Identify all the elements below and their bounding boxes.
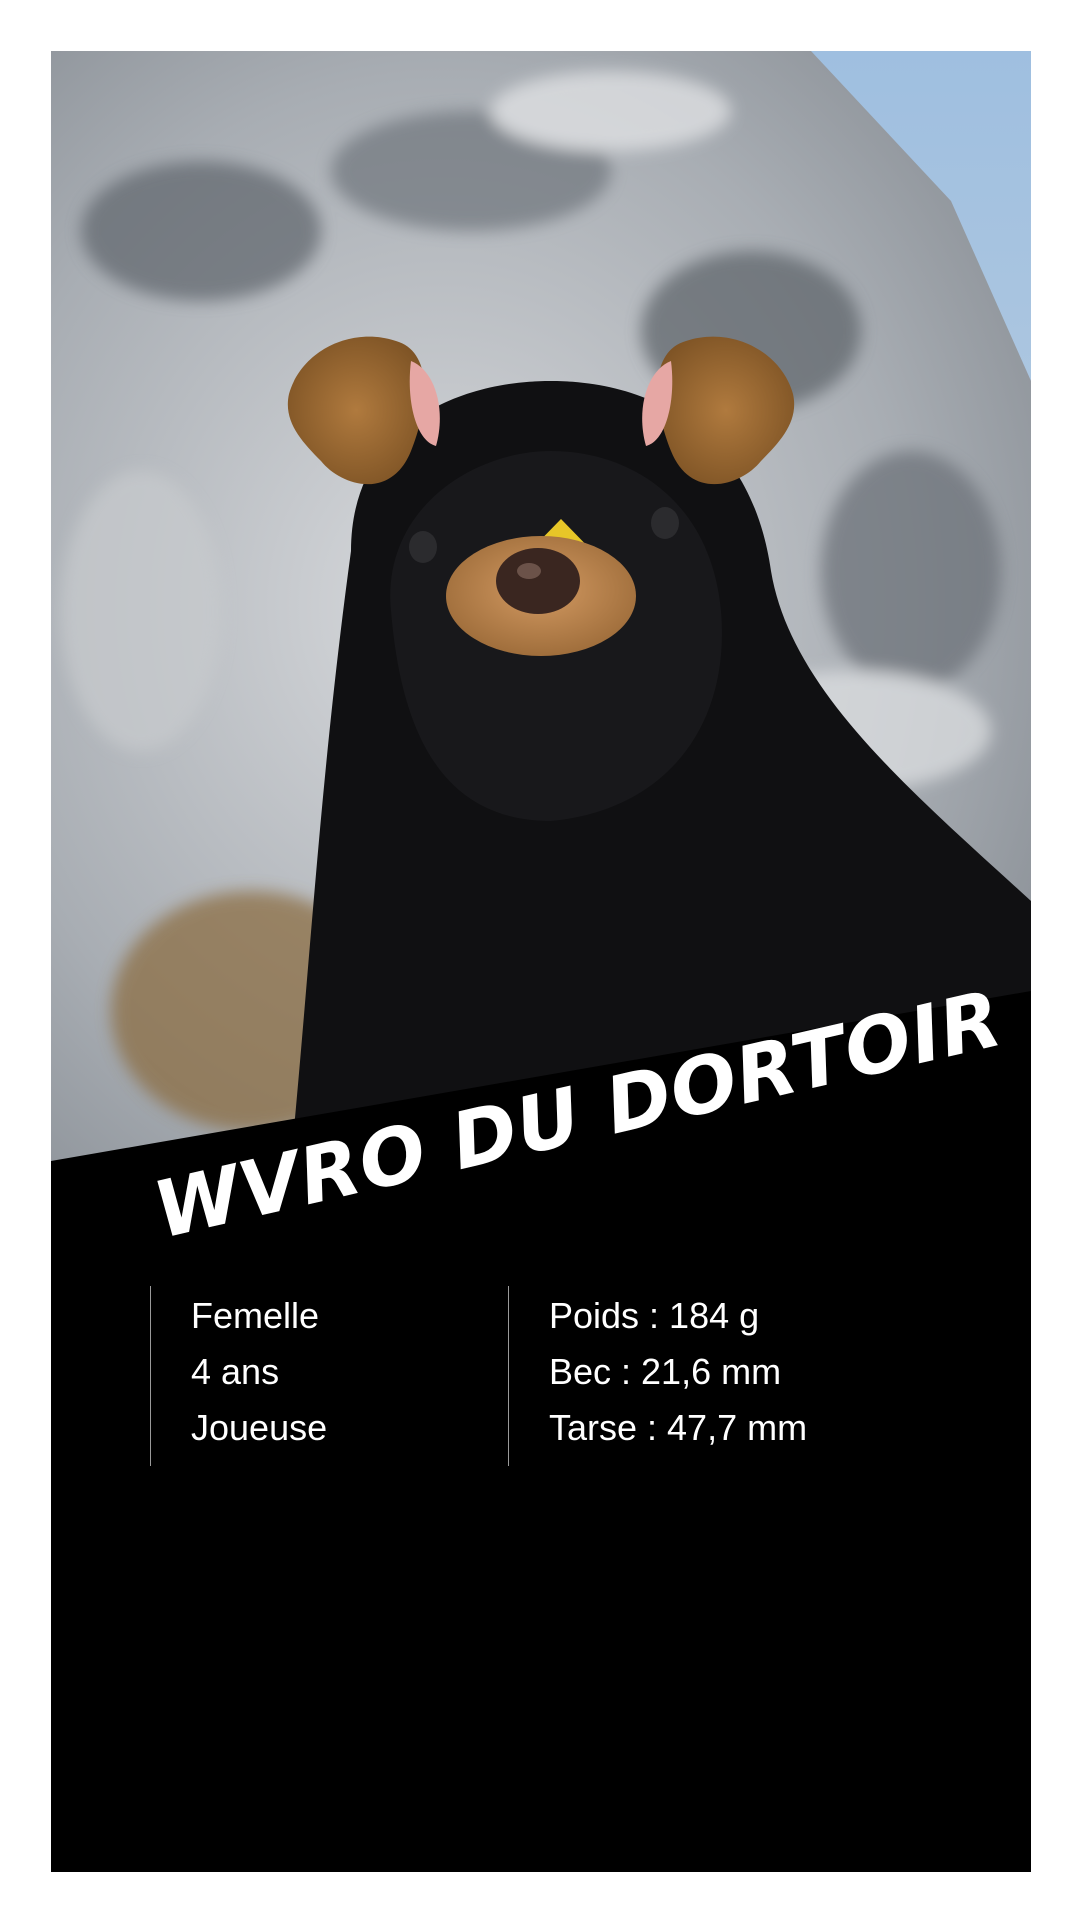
measurement-beak: Bec : 21,6 mm xyxy=(549,1351,782,1392)
measurements-column: Poids : 184 g Bec : 21,6 mm Tarse : 47,7… xyxy=(508,1286,969,1466)
trait-age: 4 ans xyxy=(191,1351,280,1392)
bird-photo xyxy=(51,51,1031,1161)
trait-temperament: Joueuse xyxy=(191,1407,328,1448)
measurement-weight: Poids : 184 g xyxy=(549,1295,760,1336)
trait-sex: Femelle xyxy=(191,1295,320,1336)
profile-card: WVRO DU DORTOIR Femelle 4 ans Joueuse Po… xyxy=(51,51,1031,1872)
measurement-tarsus: Tarse : 47,7 mm xyxy=(549,1407,808,1448)
traits-column: Femelle 4 ans Joueuse xyxy=(150,1286,491,1466)
